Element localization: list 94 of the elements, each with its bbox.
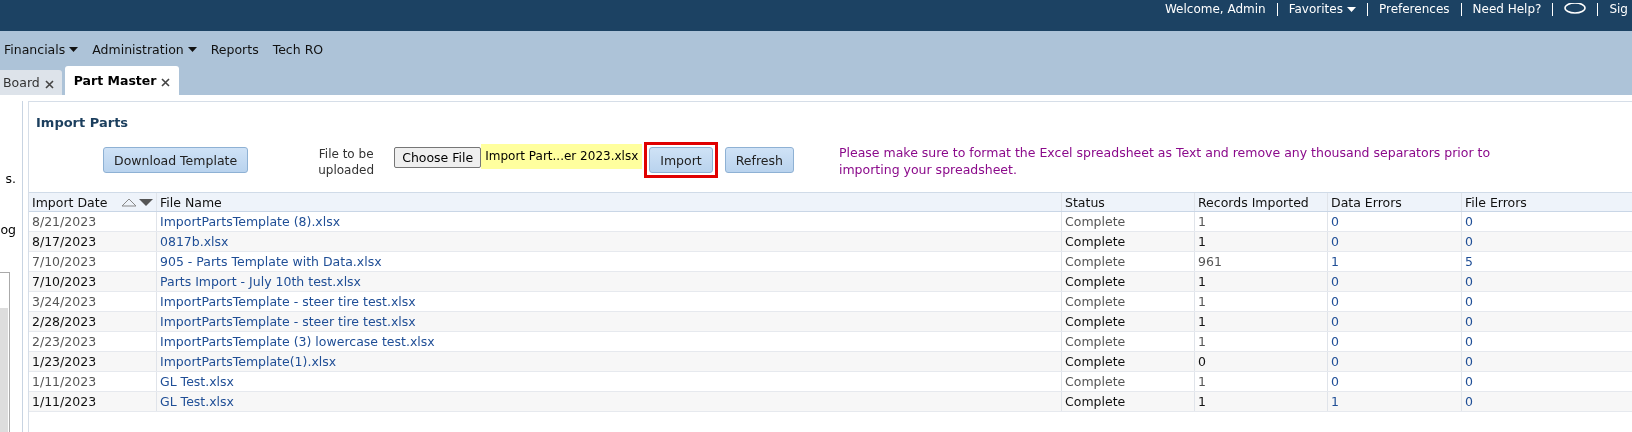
notice-text: Please make sure to format the Excel spreadsheet as Text and remove any thousand separators prior to importing your spreadsheet. (838, 144, 1492, 178)
action-button[interactable]: Import (649, 147, 713, 173)
caret-icon (1346, 6, 1356, 12)
download-template-button[interactable]: Download Template (103, 147, 249, 173)
date-cell: 2/23/2023 (32, 334, 97, 349)
status-cell: Complete (1065, 354, 1126, 369)
file-errors-link[interactable]: 0 (1465, 214, 1473, 229)
column-header: Records Imported (1198, 194, 1309, 210)
panel-title: Import Parts (35, 114, 130, 132)
header-link[interactable]: Preferences (1378, 2, 1450, 16)
sort-icon[interactable] (121, 197, 155, 207)
records-cell: 1 (1198, 214, 1206, 229)
file-errors-link[interactable]: 0 (1465, 274, 1473, 289)
date-cell: 8/21/2023 (32, 214, 97, 229)
column-header: Status (1065, 194, 1105, 210)
status-cell: Complete (1065, 314, 1126, 329)
cut-off-text: og (0, 222, 16, 237)
file-errors-link[interactable]: 0 (1465, 394, 1473, 409)
file-errors-link[interactable]: 0 (1465, 374, 1473, 389)
status-cell: Complete (1065, 394, 1126, 409)
favorites-menu[interactable]: Favorites (1288, 2, 1356, 16)
data-errors-link[interactable]: 1 (1331, 394, 1339, 409)
records-cell: 1 (1198, 294, 1206, 309)
file-link[interactable]: 905 - Parts Template with Data.xlsx (160, 254, 382, 269)
records-cell: 1 (1198, 374, 1206, 389)
caret-icon (69, 46, 79, 52)
column-header: Data Errors (1331, 194, 1402, 210)
header-link[interactable]: Need Help? (1472, 2, 1542, 16)
data-errors-link[interactable]: 0 (1331, 374, 1339, 389)
file-link[interactable]: ImportPartsTemplate (8).xlsx (160, 214, 341, 229)
caret-icon (187, 46, 197, 52)
data-errors-link[interactable]: 0 (1331, 334, 1339, 349)
file-errors-link[interactable]: 0 (1465, 334, 1473, 349)
date-cell: 2/28/2023 (32, 314, 97, 329)
file-link[interactable]: ImportPartsTemplate - steer tire test.xlsx (160, 294, 416, 309)
data-errors-link[interactable]: 0 (1331, 314, 1339, 329)
menu-item[interactable]: Administration (92, 41, 197, 57)
date-cell: 1/23/2023 (32, 354, 97, 369)
column-header[interactable]: Import Date (32, 194, 108, 210)
data-errors-link[interactable]: 0 (1331, 294, 1339, 309)
file-label: File to be uploaded (317, 146, 376, 178)
file-errors-link[interactable]: 0 (1465, 294, 1473, 309)
action-button[interactable]: Refresh (724, 147, 794, 173)
file-link[interactable]: 0817b.xlsx (160, 234, 229, 249)
cut-off-text: s. (5, 171, 16, 186)
file-link[interactable]: GL Test.xlsx (160, 394, 234, 409)
file-link[interactable]: ImportPartsTemplate - steer tire test.xlsx (160, 314, 416, 329)
menu-item[interactable]: Reports (210, 41, 259, 57)
tab[interactable]: Part Master (64, 66, 180, 95)
date-cell: 1/11/2023 (32, 374, 97, 389)
header-link[interactable]: Sig (1609, 2, 1628, 16)
status-cell: Complete (1065, 334, 1126, 349)
records-cell: 1 (1198, 314, 1206, 329)
column-header: File Errors (1465, 194, 1527, 210)
file-errors-link[interactable]: 0 (1465, 354, 1473, 369)
data-errors-link[interactable]: 0 (1331, 214, 1339, 229)
data-errors-link[interactable]: 0 (1331, 354, 1339, 369)
file-link[interactable]: Parts Import - July 10th test.xlsx (160, 274, 362, 289)
date-cell: 7/10/2023 (32, 254, 97, 269)
date-cell: 1/11/2023 (32, 394, 97, 409)
date-cell: 3/24/2023 (32, 294, 97, 309)
file-link[interactable]: GL Test.xlsx (160, 374, 234, 389)
close-icon[interactable] (161, 78, 171, 87)
records-cell: 1 (1198, 334, 1206, 349)
file-link[interactable]: ImportPartsTemplate(1).xlsx (160, 354, 337, 369)
status-cell: Complete (1065, 294, 1126, 309)
records-cell: 1 (1198, 274, 1206, 289)
menu-item[interactable]: Tech RO (272, 41, 324, 57)
records-cell: 961 (1198, 254, 1222, 269)
status-cell: Complete (1065, 274, 1126, 289)
records-cell: 0 (1198, 354, 1206, 369)
data-errors-link[interactable]: 1 (1331, 254, 1339, 269)
data-errors-link[interactable]: 0 (1331, 234, 1339, 249)
data-errors-link[interactable]: 0 (1331, 274, 1339, 289)
file-errors-link[interactable]: 0 (1465, 234, 1473, 249)
menu-item[interactable]: Financials (4, 41, 79, 57)
close-icon[interactable] (44, 80, 54, 89)
column-header: File Name (160, 194, 222, 210)
status-cell: Complete (1065, 374, 1126, 389)
file-link[interactable]: ImportPartsTemplate (3) lowercase test.xlsx (160, 334, 435, 349)
date-cell: 8/17/2023 (32, 234, 97, 249)
file-errors-link[interactable]: 5 (1465, 254, 1473, 269)
records-cell: 1 (1198, 394, 1206, 409)
records-cell: 1 (1198, 234, 1206, 249)
status-cell: Complete (1065, 234, 1126, 249)
choose-file-button[interactable]: Choose File (394, 147, 482, 168)
file-errors-link[interactable]: 0 (1465, 314, 1473, 329)
date-cell: 7/10/2023 (32, 274, 97, 289)
welcome-text: Welcome, Admin (1164, 2, 1266, 16)
chat-icon[interactable] (1564, 3, 1587, 15)
status-cell: Complete (1065, 254, 1126, 269)
file-name: Import Part...er 2023.xlsx (481, 144, 643, 169)
tab[interactable]: Board (0, 70, 62, 95)
status-cell: Complete (1065, 214, 1126, 229)
